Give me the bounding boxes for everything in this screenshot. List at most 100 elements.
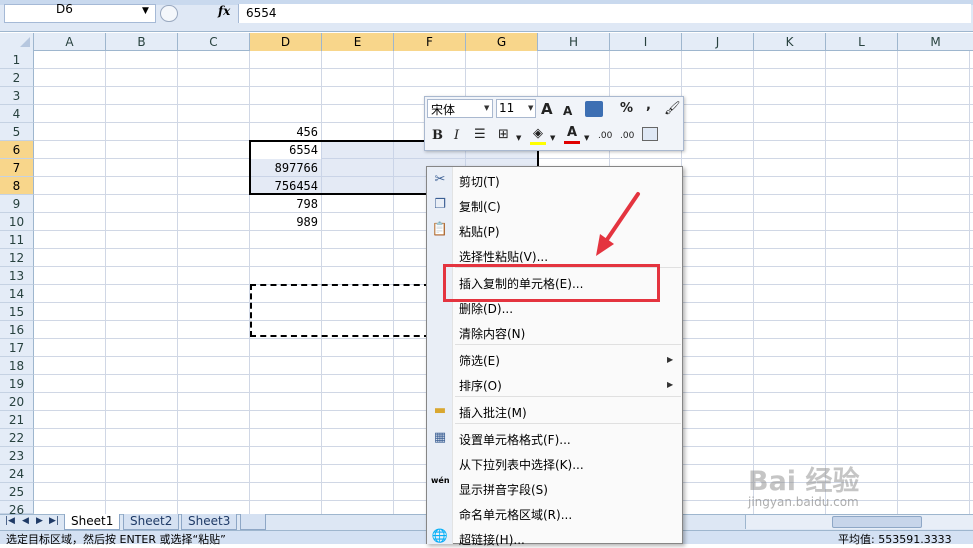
row-header-3[interactable]: 3 (0, 87, 34, 105)
cell-d6[interactable]: 6554 (250, 141, 320, 159)
menu-item-filter[interactable]: 筛选(E) (459, 352, 500, 369)
merge-center-icon[interactable] (642, 127, 658, 141)
column-header-g[interactable]: G (466, 33, 538, 51)
row-header-2[interactable]: 2 (0, 69, 34, 87)
fill-color-dropdown-icon[interactable]: ▼ (550, 130, 555, 146)
menu-item-pick-from-list[interactable]: 从下拉列表中选择(K)... (459, 456, 584, 473)
row-header-9[interactable]: 9 (0, 195, 34, 213)
formula-input[interactable] (238, 4, 971, 23)
column-header-i[interactable]: I (610, 33, 682, 51)
bold-button[interactable]: B (432, 128, 443, 144)
row-header-7[interactable]: 7 (0, 159, 34, 177)
row-header-19[interactable]: 19 (0, 375, 34, 393)
font-color-dropdown-icon[interactable]: ▼ (584, 130, 589, 146)
row-header-16[interactable]: 16 (0, 321, 34, 339)
row-header-23[interactable]: 23 (0, 447, 34, 465)
percent-button[interactable]: % (620, 101, 633, 117)
menu-item-sort[interactable]: 排序(O) (459, 377, 502, 394)
menu-item-name-range[interactable]: 命名单元格区域(R)... (459, 506, 572, 523)
formula-bar-resize-handle[interactable] (160, 5, 178, 22)
shrink-font-button[interactable]: A (563, 103, 572, 119)
column-header-b[interactable]: B (106, 33, 178, 51)
italic-button[interactable]: I (454, 128, 459, 144)
row-header-5[interactable]: 5 (0, 123, 34, 141)
row-header-22[interactable]: 22 (0, 429, 34, 447)
menu-item-hyperlink[interactable]: 超链接(H)... (459, 531, 525, 548)
align-center-icon[interactable]: ☰ (474, 127, 486, 143)
name-box-dropdown-icon[interactable]: ▼ (142, 6, 149, 16)
menu-item-insert-comment[interactable]: 插入批注(M) (459, 404, 527, 421)
name-box[interactable] (4, 4, 156, 23)
first-sheet-icon[interactable]: |◀ (5, 516, 15, 526)
grow-font-button[interactable]: A (541, 101, 553, 117)
menu-item-paste[interactable]: 粘贴(P) (459, 223, 500, 240)
column-header-c[interactable]: C (178, 33, 250, 51)
menu-item-copy[interactable]: 复制(C) (459, 198, 501, 215)
row-header-4[interactable]: 4 (0, 105, 34, 123)
cell-d7[interactable]: 897766 (250, 159, 320, 177)
cut-icon: ✂ (434, 172, 446, 187)
sheet-tab-1[interactable]: Sheet1 (64, 514, 121, 530)
paste-icon: 📋 (431, 222, 449, 237)
row-header-15[interactable]: 15 (0, 303, 34, 321)
menu-item-format-cells[interactable]: 设置单元格格式(F)... (459, 431, 571, 448)
column-header-d[interactable]: D (250, 33, 322, 51)
decrease-decimal-button[interactable]: .00 (620, 128, 634, 144)
font-name-dropdown-icon[interactable]: ▼ (484, 104, 489, 112)
row-header-25[interactable]: 25 (0, 483, 34, 501)
column-header-k[interactable]: K (754, 33, 826, 51)
row-header-13[interactable]: 13 (0, 267, 34, 285)
borders-icon[interactable]: ⊞ (498, 127, 509, 143)
borders-dropdown-icon[interactable]: ▼ (516, 130, 521, 146)
accounting-format-icon[interactable] (585, 101, 603, 117)
column-header-l[interactable]: L (826, 33, 898, 51)
horizontal-scroll-thumb[interactable] (832, 516, 922, 528)
next-sheet-icon[interactable]: ▶ (36, 516, 43, 526)
cell-d8[interactable]: 756454 (250, 177, 320, 195)
row-header-6[interactable]: 6 (0, 141, 34, 159)
row-header-20[interactable]: 20 (0, 393, 34, 411)
insert-function-icon[interactable]: fx (218, 4, 230, 18)
menu-separator (455, 423, 681, 424)
cell-d9[interactable]: 798 (250, 195, 320, 213)
row-header-12[interactable]: 12 (0, 249, 34, 267)
cell-d5[interactable]: 456 (250, 123, 320, 141)
column-header-j[interactable]: J (682, 33, 754, 51)
menu-item-show-pinyin[interactable]: 显示拼音字段(S) (459, 481, 548, 498)
row-header-26[interactable]: 26 (0, 501, 34, 517)
row-header-17[interactable]: 17 (0, 339, 34, 357)
row-header-1[interactable]: 1 (0, 51, 34, 69)
column-header-h[interactable]: H (538, 33, 610, 51)
row-header-10[interactable]: 10 (0, 213, 34, 231)
formula-value: 6554 (246, 6, 277, 20)
menu-item-paste-special[interactable]: 选择性粘贴(V)... (459, 248, 548, 265)
column-header-f[interactable]: F (394, 33, 466, 51)
row-header-24[interactable]: 24 (0, 465, 34, 483)
row-header-18[interactable]: 18 (0, 357, 34, 375)
increase-decimal-button[interactable]: .00 (598, 128, 612, 144)
menu-item-clear-contents[interactable]: 清除内容(N) (459, 325, 525, 342)
sheet-tab-3[interactable]: Sheet3 (181, 514, 238, 530)
row-header-21[interactable]: 21 (0, 411, 34, 429)
filter-submenu-arrow-icon: ▶ (667, 355, 674, 364)
column-header-e[interactable]: E (322, 33, 394, 51)
row-header-14[interactable]: 14 (0, 285, 34, 303)
font-size-dropdown-icon[interactable]: ▼ (528, 104, 533, 112)
status-message: 选定目标区域，然后按 ENTER 或选择“粘贴” (6, 533, 226, 546)
column-header-m[interactable]: M (898, 33, 973, 51)
sheet-tab-2[interactable]: Sheet2 (123, 514, 180, 530)
copy-marquee (250, 284, 430, 337)
row-header-11[interactable]: 11 (0, 231, 34, 249)
row-header-8[interactable]: 8 (0, 177, 34, 195)
insert-sheet-icon[interactable] (240, 514, 266, 530)
prev-sheet-icon[interactable]: ◀ (22, 516, 29, 526)
cell-d10[interactable]: 989 (250, 213, 320, 231)
menu-item-cut[interactable]: 剪切(T) (459, 173, 500, 190)
menu-item-delete[interactable]: 删除(D)... (459, 300, 513, 317)
column-header-a[interactable]: A (34, 33, 106, 51)
comma-button[interactable]: , (646, 98, 651, 114)
last-sheet-icon[interactable]: ▶| (49, 516, 59, 526)
font-color-button[interactable]: A (564, 125, 580, 144)
fill-color-icon[interactable]: ◈ (530, 126, 546, 145)
format-painter-icon[interactable]: 🖌 (664, 101, 681, 117)
